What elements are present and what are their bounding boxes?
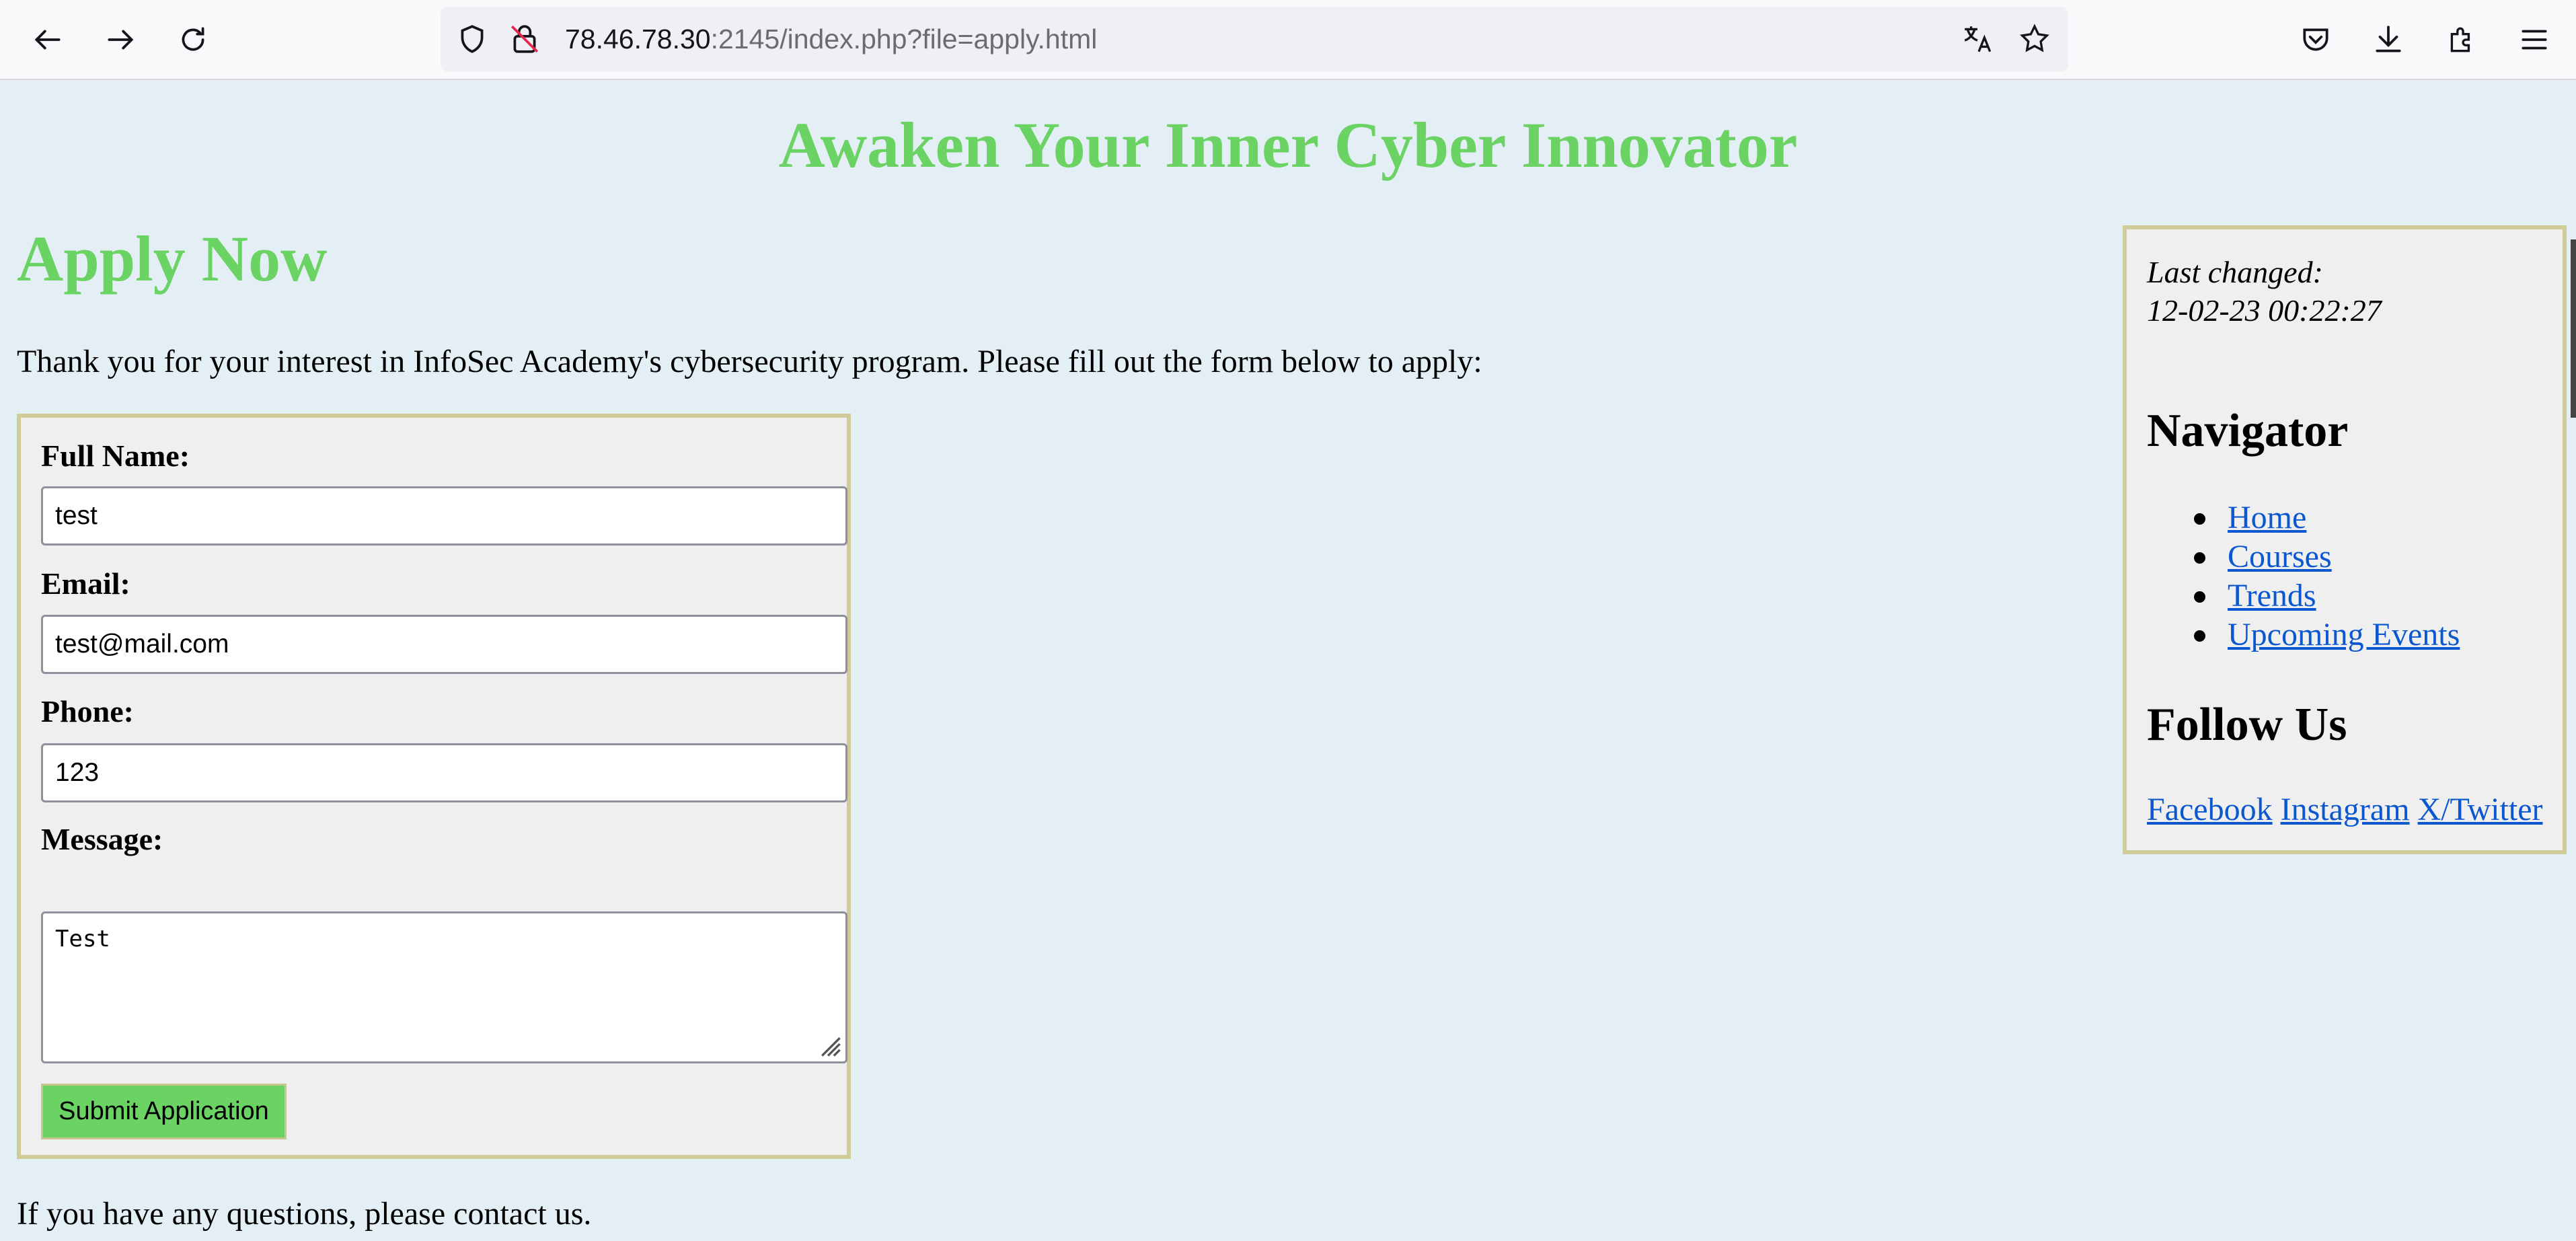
- message-text: Test: [55, 926, 110, 952]
- last-changed-label: Last changed:: [2147, 255, 2323, 289]
- email-input[interactable]: test@mail.com: [41, 615, 847, 674]
- last-changed-value: 12-02-23 00:22:27: [2147, 293, 2382, 328]
- full-name-input[interactable]: test: [41, 486, 847, 546]
- download-icon: [2376, 26, 2401, 52]
- sidebar: Last changed: 12-02-23 00:22:27 Navigato…: [2123, 225, 2567, 854]
- last-changed: Last changed: 12-02-23 00:22:27: [2147, 253, 2382, 330]
- follow-us-heading: Follow Us: [2147, 699, 2347, 751]
- phone-label: Phone:: [41, 694, 134, 728]
- nav-item-courses: Courses: [2147, 537, 2460, 576]
- forward-button[interactable]: [98, 17, 143, 62]
- nav-item-trends: Trends: [2147, 576, 2460, 615]
- nav-link-home[interactable]: Home: [2228, 500, 2306, 535]
- nav-link-trends[interactable]: Trends: [2228, 578, 2316, 613]
- browser-toolbar: 78.46.78.30:2145/index.php?file=apply.ht…: [0, 0, 2576, 80]
- pocket-button[interactable]: [2294, 17, 2338, 62]
- url-bar[interactable]: 78.46.78.30:2145/index.php?file=apply.ht…: [441, 7, 2068, 71]
- downloads-button[interactable]: [2366, 17, 2411, 62]
- nav-link-courses[interactable]: Courses: [2228, 539, 2332, 574]
- message-label: Message:: [41, 822, 163, 856]
- back-button[interactable]: [26, 17, 70, 62]
- hamburger-menu-icon: [2522, 30, 2547, 50]
- resize-grip-icon[interactable]: [813, 1029, 843, 1059]
- social-links: Facebook Instagram X/Twitter: [2147, 791, 2542, 828]
- bookmark-star-icon[interactable]: [2018, 22, 2051, 56]
- submit-application-button[interactable]: Submit Application: [41, 1084, 287, 1139]
- menu-button[interactable]: [2512, 17, 2556, 62]
- page-heading: Apply Now: [17, 223, 328, 295]
- contact-text: If you have any questions, please contac…: [17, 1196, 592, 1232]
- page-scrollbar[interactable]: [2571, 239, 2576, 418]
- arrow-left-icon: [34, 30, 61, 50]
- intro-text: Thank you for your interest in InfoSec A…: [17, 344, 1482, 379]
- navigator-list: Home Courses Trends Upcoming Events: [2147, 498, 2460, 654]
- full-name-label: Full Name:: [41, 439, 190, 473]
- email-label: Email:: [41, 566, 130, 601]
- navigator-heading: Navigator: [2147, 405, 2349, 457]
- application-form: Full Name: test Email: test@mail.com Pho…: [17, 414, 851, 1159]
- reload-button[interactable]: [171, 17, 215, 62]
- url-text[interactable]: 78.46.78.30:2145/index.php?file=apply.ht…: [565, 7, 1097, 71]
- nav-item-home: Home: [2147, 498, 2460, 537]
- phone-input[interactable]: 123: [41, 743, 847, 802]
- message-textarea[interactable]: Test: [41, 911, 847, 1063]
- puzzle-icon: [2450, 27, 2470, 52]
- nav-link-upcoming-events[interactable]: Upcoming Events: [2228, 617, 2460, 652]
- site-title: Awaken Your Inner Cyber Innovator: [778, 109, 1798, 181]
- extensions-button[interactable]: [2439, 17, 2484, 62]
- arrow-right-icon: [108, 30, 134, 50]
- nav-item-upcoming-events: Upcoming Events: [2147, 615, 2460, 654]
- insecure-lock-icon[interactable]: [508, 22, 541, 56]
- facebook-link[interactable]: Facebook: [2147, 792, 2273, 827]
- reload-icon: [182, 27, 204, 51]
- instagram-link[interactable]: Instagram: [2281, 792, 2410, 827]
- translate-icon[interactable]: [1961, 22, 1994, 56]
- main-content: Apply Now Thank you for your interest in…: [17, 222, 1631, 379]
- pocket-icon: [2303, 28, 2328, 51]
- shield-icon[interactable]: [455, 22, 489, 56]
- twitter-link[interactable]: X/Twitter: [2418, 792, 2543, 827]
